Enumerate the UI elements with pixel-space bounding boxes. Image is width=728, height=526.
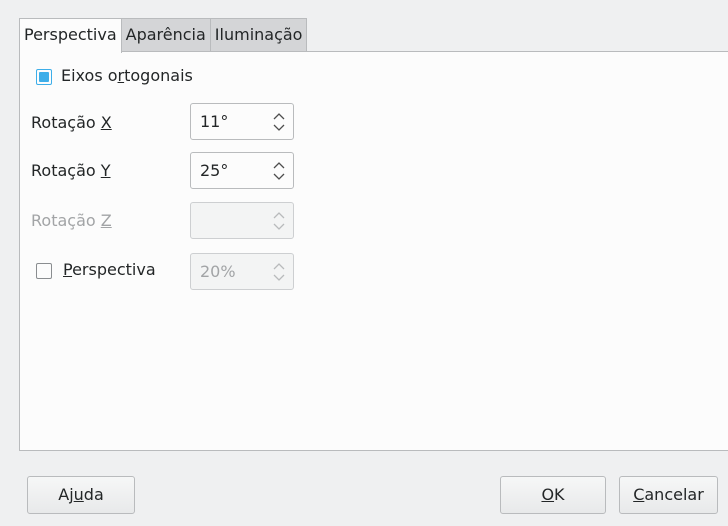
rotation-x-label: Rotação X xyxy=(31,113,112,132)
spin-arrows-icon[interactable] xyxy=(272,160,286,182)
spin-arrows-icon[interactable] xyxy=(272,111,286,133)
orthogonal-axes-label[interactable]: Eixos ortogonais xyxy=(61,66,193,85)
tab-bar: Perspectiva Aparência Iluminação xyxy=(19,18,308,53)
perspective-label[interactable]: Perspectiva xyxy=(63,260,156,279)
tab-aparencia[interactable]: Aparência xyxy=(120,18,211,51)
rotation-y-label: Rotação Y xyxy=(31,161,111,180)
rotation-y-value[interactable]: 25° xyxy=(200,161,228,180)
rotation-x-value[interactable]: 11° xyxy=(200,112,228,131)
tab-page-perspectiva: Eixos ortogonais Rotação X 11° Rotação Y… xyxy=(19,51,728,451)
rotation-y-spinbox[interactable]: 25° xyxy=(190,152,294,189)
spin-arrows-icon xyxy=(273,212,285,230)
ok-button[interactable]: OK xyxy=(500,476,606,514)
spin-arrows-icon xyxy=(273,263,285,281)
orthogonal-axes-checkbox[interactable] xyxy=(36,69,52,85)
perspective-value: 20% xyxy=(200,262,236,281)
perspective-spinbox: 20% xyxy=(190,253,294,290)
perspective-checkbox[interactable] xyxy=(36,263,52,279)
cancel-button[interactable]: Cancelar xyxy=(619,476,718,514)
rotation-z-label: Rotação Z xyxy=(31,211,112,230)
help-button[interactable]: Ajuda xyxy=(27,476,135,514)
tab-perspectiva[interactable]: Perspectiva xyxy=(19,18,122,53)
tab-iluminacao[interactable]: Iluminação xyxy=(209,18,308,51)
rotation-x-spinbox[interactable]: 11° xyxy=(190,103,294,140)
rotation-z-spinbox xyxy=(190,202,294,239)
